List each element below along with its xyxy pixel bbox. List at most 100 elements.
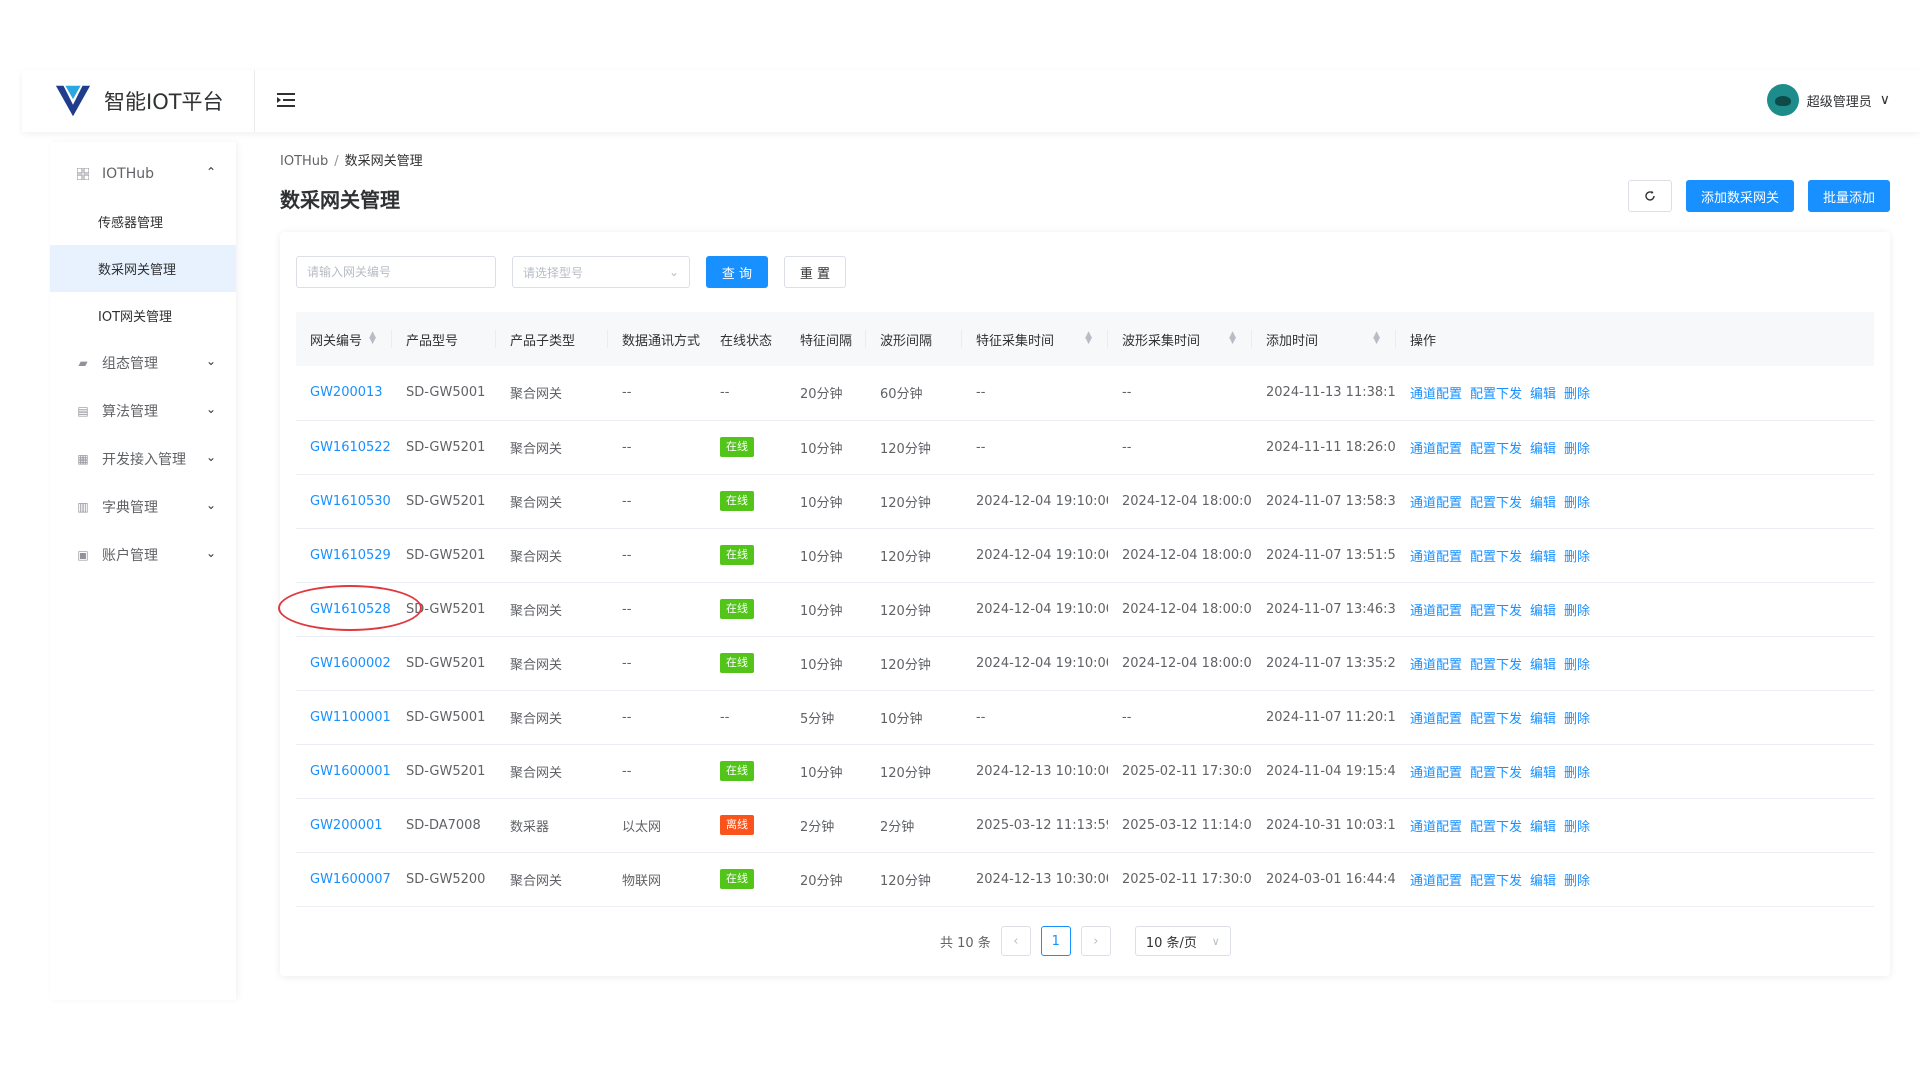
config-deploy-link[interactable]: 配置下发 — [1470, 546, 1522, 565]
edit-link[interactable]: 编辑 — [1530, 708, 1556, 727]
config-deploy-link[interactable]: 配置下发 — [1470, 492, 1522, 511]
edit-link[interactable]: 编辑 — [1530, 654, 1556, 673]
config-deploy-link[interactable]: 配置下发 — [1470, 870, 1522, 889]
cell-gateway-id-text[interactable]: GW1600007 — [310, 872, 391, 887]
delete-link[interactable]: 删除 — [1564, 546, 1590, 565]
col-header-wave-time[interactable]: 波形采集时间 ▲ ▼ — [1108, 312, 1252, 366]
delete-link[interactable]: 删除 — [1564, 383, 1590, 402]
batch-add-button[interactable]: 批量添加 — [1807, 180, 1890, 212]
config-deploy-link[interactable]: 配置下发 — [1470, 438, 1522, 457]
channel-config-link[interactable]: 通道配置 — [1410, 546, 1462, 565]
refresh-button[interactable] — [1627, 180, 1672, 212]
col-header-added-time[interactable]: 添加时间 ▲ ▼ — [1252, 312, 1396, 366]
cell-gateway-id-text[interactable]: GW1610528 — [310, 602, 391, 617]
sidebar-group-config[interactable]: ▰ 组态管理 ⌄ — [50, 339, 236, 387]
channel-config-link[interactable]: 通道配置 — [1410, 870, 1462, 889]
delete-link[interactable]: 删除 — [1564, 708, 1590, 727]
cell-gateway-id-text[interactable]: GW1610529 — [310, 548, 391, 563]
col-header-feature-time[interactable]: 特征采集时间 ▲ ▼ — [962, 312, 1108, 366]
delete-link[interactable]: 删除 — [1564, 762, 1590, 781]
add-gateway-button[interactable]: 添加数采网关 — [1685, 180, 1794, 212]
sidebar-item-sensor[interactable]: 传感器管理 — [50, 198, 236, 245]
sidebar-group-dev[interactable]: ▦ 开发接入管理 ⌄ — [50, 435, 236, 483]
sort-icon[interactable]: ▲ ▼ — [1085, 331, 1092, 346]
delete-link[interactable]: 删除 — [1564, 438, 1590, 457]
delete-link[interactable]: 删除 — [1564, 492, 1590, 511]
page-number-button[interactable]: 1 — [1040, 926, 1071, 956]
col-header-id[interactable]: 网关编号 ▲ ▼ — [296, 312, 392, 366]
cell-gateway-id[interactable]: GW1610529 — [296, 528, 392, 583]
config-deploy-link[interactable]: 配置下发 — [1470, 654, 1522, 673]
edit-link[interactable]: 编辑 — [1530, 492, 1556, 511]
gateway-id-input[interactable] — [296, 256, 496, 288]
cell-model: SD-GW5201 — [392, 420, 496, 475]
cell-gateway-id-text[interactable]: GW1100001 — [310, 710, 391, 725]
menu-toggle-icon[interactable] — [274, 88, 298, 112]
delete-link[interactable]: 删除 — [1564, 816, 1590, 835]
edit-link[interactable]: 编辑 — [1530, 816, 1556, 835]
cell-feature-interval: 10分钟 — [786, 636, 866, 691]
delete-link[interactable]: 删除 — [1564, 870, 1590, 889]
delete-link[interactable]: 删除 — [1564, 654, 1590, 673]
cell-gateway-id[interactable]: GW1610530 — [296, 474, 392, 529]
cell-subtype: 聚合网关 — [496, 636, 608, 691]
config-deploy-link[interactable]: 配置下发 — [1470, 383, 1522, 402]
cell-gateway-id[interactable]: GW1610528 — [296, 582, 392, 637]
cell-gateway-id-text[interactable]: GW200001 — [310, 818, 383, 833]
channel-config-link[interactable]: 通道配置 — [1410, 492, 1462, 511]
cell-gateway-id[interactable]: GW1600001 — [296, 744, 392, 799]
reset-button[interactable]: 重 置 — [784, 256, 846, 288]
edit-link[interactable]: 编辑 — [1530, 383, 1556, 402]
channel-config-link[interactable]: 通道配置 — [1410, 654, 1462, 673]
delete-link[interactable]: 删除 — [1564, 600, 1590, 619]
breadcrumb-root[interactable]: IOTHub — [280, 154, 328, 169]
sort-icon[interactable]: ▲ ▼ — [1229, 331, 1236, 346]
breadcrumb-current: 数采网关管理 — [344, 154, 423, 169]
channel-config-link[interactable]: 通道配置 — [1410, 762, 1462, 781]
next-page-button[interactable]: › — [1080, 926, 1111, 956]
config-deploy-link[interactable]: 配置下发 — [1470, 816, 1522, 835]
cell-gateway-id-text[interactable]: GW1610522 — [310, 440, 391, 455]
config-deploy-link[interactable]: 配置下发 — [1470, 708, 1522, 727]
row-actions: 通道配置 配置下发 编辑 删除 — [1410, 600, 1874, 619]
cell-gateway-id[interactable]: GW1600002 — [296, 636, 392, 691]
cell-wave-interval: 60分钟 — [866, 366, 962, 421]
channel-config-link[interactable]: 通道配置 — [1410, 708, 1462, 727]
sidebar-group-iothub[interactable]: IOTHub ⌃ — [50, 150, 236, 198]
edit-link[interactable]: 编辑 — [1530, 870, 1556, 889]
sidebar-item-gateway[interactable]: 数采网关管理 — [50, 245, 236, 292]
channel-config-link[interactable]: 通道配置 — [1410, 383, 1462, 402]
sidebar-group-dictionary[interactable]: ▥ 字典管理 ⌄ — [50, 483, 236, 531]
cell-gateway-id-text[interactable]: GW1600001 — [310, 764, 391, 779]
edit-link[interactable]: 编辑 — [1530, 546, 1556, 565]
cell-gateway-id[interactable]: GW200001 — [296, 798, 392, 853]
cell-feature-interval: 20分钟 — [786, 366, 866, 421]
user-menu[interactable]: 超级管理员 ∨ — [1766, 84, 1890, 116]
cell-gateway-id-text[interactable]: GW200013 — [310, 385, 383, 400]
config-deploy-link[interactable]: 配置下发 — [1470, 762, 1522, 781]
cell-gateway-id-text[interactable]: GW1610530 — [310, 494, 391, 509]
sort-icon[interactable]: ▲ ▼ — [1373, 331, 1380, 346]
query-button[interactable]: 查 询 — [706, 256, 768, 288]
model-select[interactable]: 请选择型号 ⌄ — [512, 256, 690, 288]
prev-page-button[interactable]: ‹ — [1000, 926, 1031, 956]
col-header-wave-interval: 波形间隔 — [866, 312, 962, 366]
channel-config-link[interactable]: 通道配置 — [1410, 438, 1462, 457]
edit-link[interactable]: 编辑 — [1530, 762, 1556, 781]
config-deploy-link[interactable]: 配置下发 — [1470, 600, 1522, 619]
cell-gateway-id[interactable]: GW200013 — [296, 366, 392, 421]
sidebar-item-iot-gateway[interactable]: IOT网关管理 — [50, 292, 236, 339]
edit-link[interactable]: 编辑 — [1530, 600, 1556, 619]
cell-gateway-id-text[interactable]: GW1600002 — [310, 656, 391, 671]
edit-link[interactable]: 编辑 — [1530, 438, 1556, 457]
page-size-select[interactable]: 10 条/页 ∨ — [1134, 926, 1231, 956]
channel-config-link[interactable]: 通道配置 — [1410, 600, 1462, 619]
status-badge: 在线 — [720, 545, 754, 565]
sort-icon[interactable]: ▲ ▼ — [369, 331, 376, 346]
channel-config-link[interactable]: 通道配置 — [1410, 816, 1462, 835]
cell-gateway-id[interactable]: GW1600007 — [296, 852, 392, 907]
sidebar-group-account[interactable]: ▣ 账户管理 ⌄ — [50, 531, 236, 579]
cell-gateway-id[interactable]: GW1100001 — [296, 690, 392, 745]
sidebar-group-algorithm[interactable]: ▤ 算法管理 ⌄ — [50, 387, 236, 435]
cell-gateway-id[interactable]: GW1610522 — [296, 420, 392, 475]
